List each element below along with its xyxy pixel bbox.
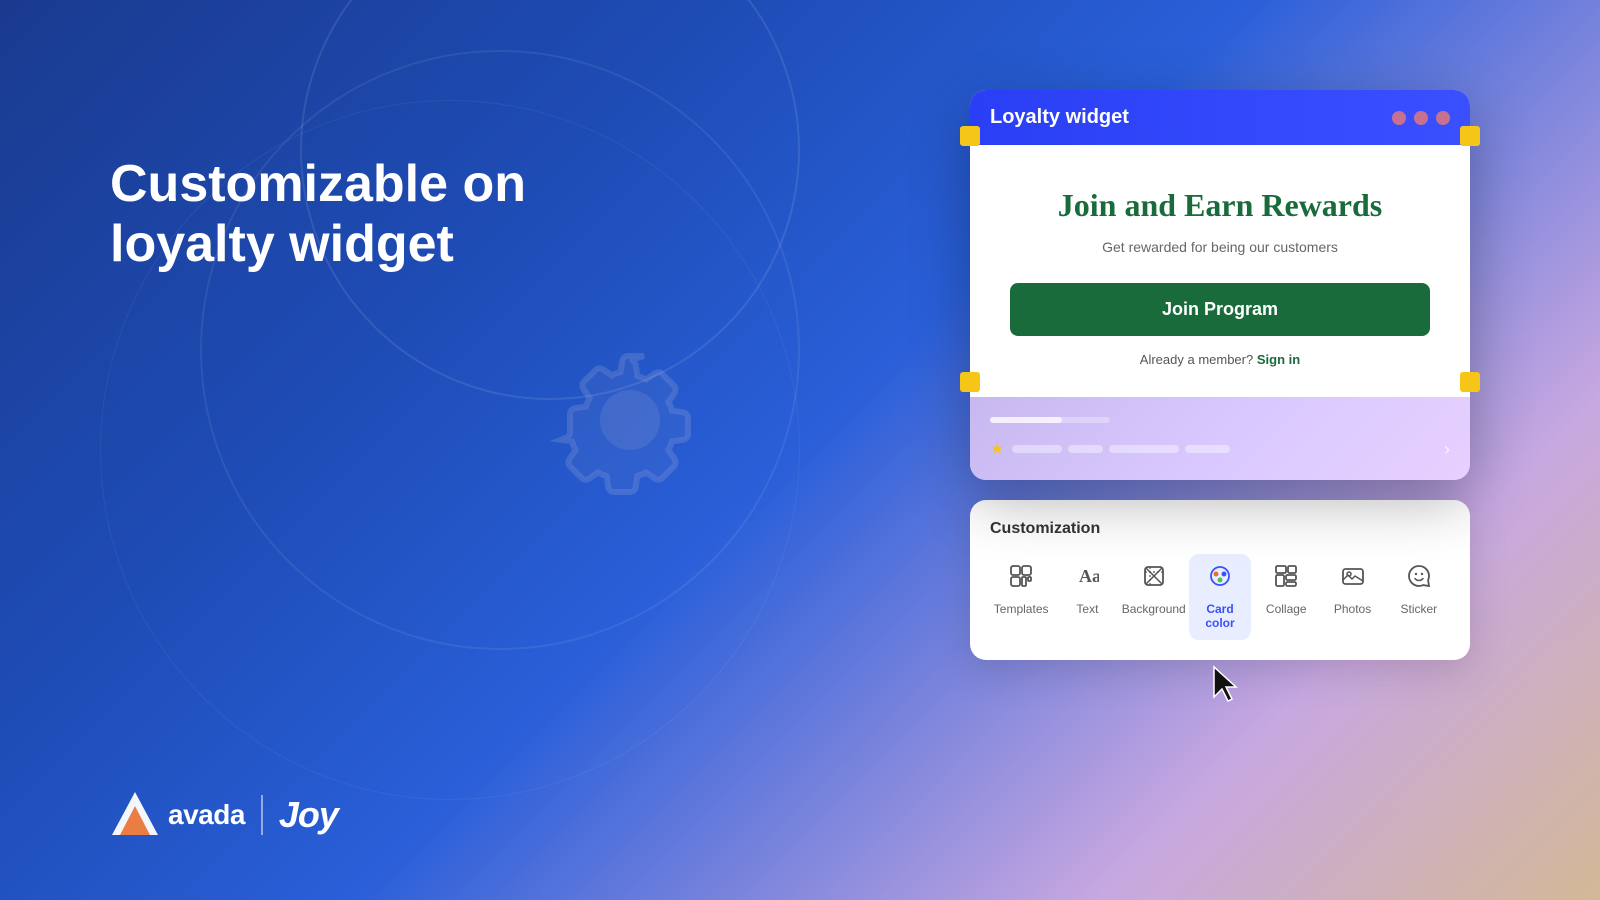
text-label: Text — [1076, 602, 1098, 616]
templates-icon — [1009, 564, 1033, 594]
tool-background[interactable]: Background — [1123, 554, 1185, 626]
tool-photos[interactable]: Photos — [1321, 554, 1383, 626]
photos-label: Photos — [1334, 602, 1371, 616]
handle-bottom-left[interactable] — [960, 372, 980, 392]
customization-title: Customization — [990, 520, 1450, 538]
widget-content: Join and Earn Rewards Get rewarded for b… — [970, 145, 1470, 397]
widget-wrapper: Loyalty widget Join and Earn Rewards Get… — [970, 90, 1470, 660]
gear-icon — [530, 320, 730, 520]
card-color-icon — [1208, 564, 1232, 594]
star-icon: ★ — [990, 439, 1004, 459]
card-color-label: Card color — [1197, 602, 1243, 630]
tool-card-color[interactable]: Card color — [1189, 554, 1251, 640]
joy-text: Joy — [279, 794, 338, 836]
text-icon: Aa — [1075, 564, 1099, 594]
rewards-title: Join and Earn Rewards — [1010, 185, 1430, 227]
logo-area: avada Joy — [110, 790, 338, 840]
customization-panel: Customization Templates — [970, 500, 1470, 660]
sticker-icon — [1407, 564, 1431, 594]
window-dot-2 — [1414, 111, 1428, 125]
main-heading: Customizable on loyalty widget — [110, 155, 526, 275]
window-dot-3 — [1436, 111, 1450, 125]
loyalty-titlebar: Loyalty widget — [970, 90, 1470, 145]
customization-tools: Templates Aa Text — [990, 554, 1450, 640]
window-dot-1 — [1392, 111, 1406, 125]
rewards-bars — [1012, 445, 1436, 453]
loyalty-window-title: Loyalty widget — [990, 106, 1129, 129]
templates-label: Templates — [994, 602, 1049, 616]
cursor — [1210, 665, 1242, 705]
progress-bar-fill — [990, 417, 1062, 423]
handle-bottom-right[interactable] — [1460, 372, 1480, 392]
sticker-label: Sticker — [1400, 602, 1437, 616]
rewards-row: ★ › — [990, 439, 1450, 460]
tool-templates[interactable]: Templates — [990, 554, 1052, 626]
logo-divider — [261, 795, 263, 835]
tool-text[interactable]: Aa Text — [1056, 554, 1118, 626]
tool-sticker[interactable]: Sticker — [1388, 554, 1450, 626]
collage-icon — [1274, 564, 1298, 594]
background-icon — [1142, 564, 1166, 594]
photos-icon — [1341, 564, 1365, 594]
avada-triangle-icon — [110, 790, 160, 840]
handle-top-left[interactable] — [960, 126, 980, 146]
avada-logo: avada — [110, 790, 245, 840]
join-program-button[interactable]: Join Program — [1010, 283, 1430, 336]
loyalty-window: Loyalty widget Join and Earn Rewards Get… — [970, 90, 1470, 480]
handle-top-right[interactable] — [1460, 126, 1480, 146]
window-controls — [1392, 111, 1450, 125]
collage-label: Collage — [1266, 602, 1307, 616]
background-label: Background — [1122, 602, 1186, 616]
avada-text: avada — [168, 799, 245, 831]
sign-in-link[interactable]: Sign in — [1257, 352, 1300, 367]
svg-text:Aa: Aa — [1079, 566, 1099, 586]
chevron-right-icon[interactable]: › — [1444, 439, 1450, 460]
widget-lower: ★ › — [970, 397, 1470, 480]
tool-collage[interactable]: Collage — [1255, 554, 1317, 626]
progress-bar — [990, 417, 1110, 423]
rewards-subtitle: Get rewarded for being our customers — [1010, 239, 1430, 255]
member-text: Already a member? Sign in — [1010, 352, 1430, 367]
